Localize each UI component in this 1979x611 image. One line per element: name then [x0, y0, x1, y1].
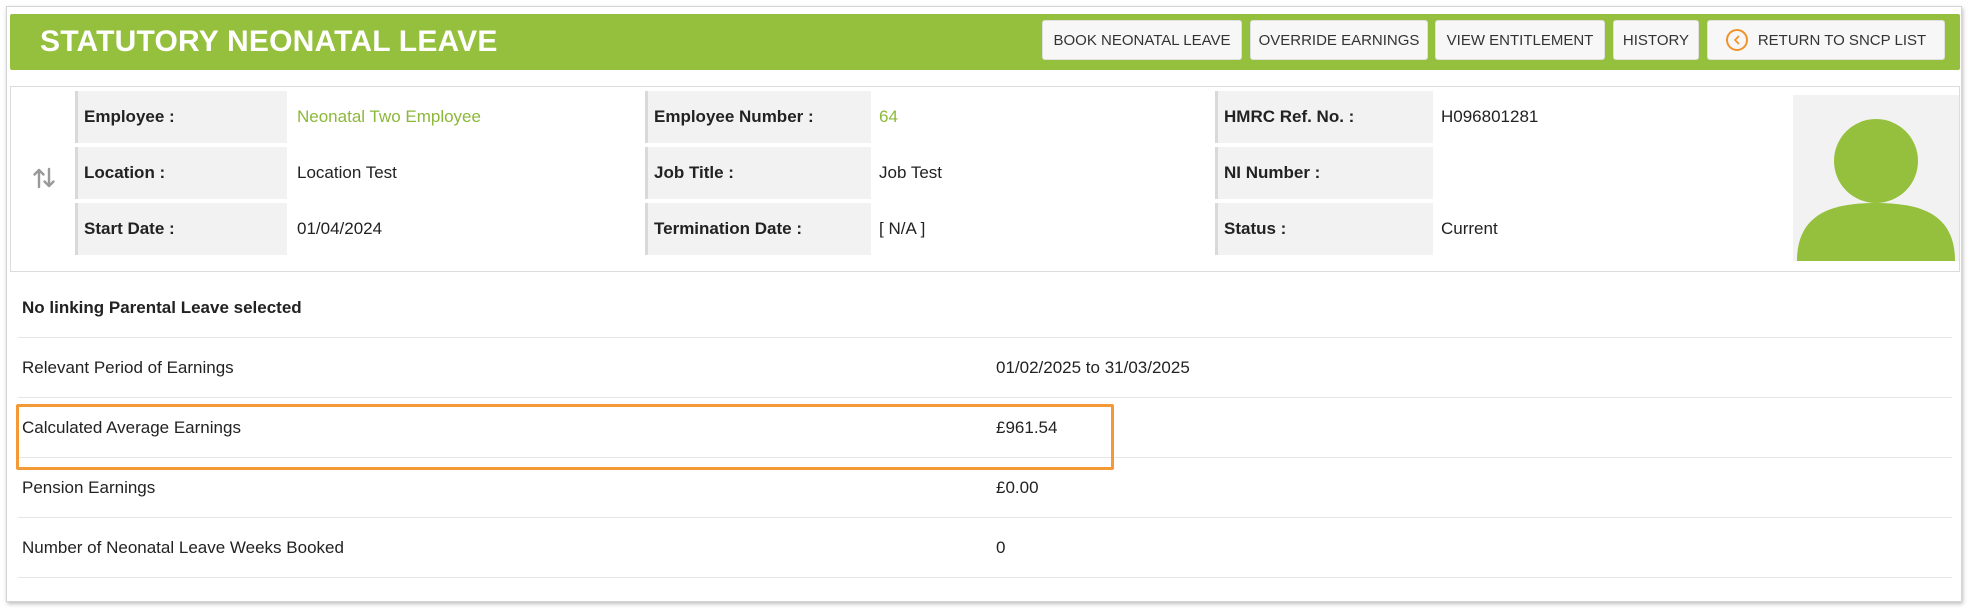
table-row: Pension Earnings £0.00	[18, 458, 1952, 518]
return-to-sncp-list-label: RETURN TO SNCP LIST	[1757, 31, 1927, 49]
employee-info-panel: Employee : Neonatal Two Employee Employe…	[10, 86, 1960, 272]
return-to-sncp-list-button[interactable]: RETURN TO SNCP LIST	[1707, 20, 1945, 60]
view-entitlement-label: VIEW ENTITLEMENT	[1446, 31, 1594, 49]
page-title: STATUTORY NEONATAL LEAVE	[40, 25, 498, 58]
status-label: Status :	[1215, 203, 1433, 255]
override-earnings-label: OVERRIDE EARNINGS	[1258, 31, 1420, 49]
earnings-details: No linking Parental Leave selected Relev…	[10, 272, 1960, 602]
employee-number-label: Employee Number :	[645, 91, 871, 143]
employee-number-link[interactable]: 64	[873, 91, 1213, 143]
user-avatar-icon	[1793, 95, 1959, 261]
relevant-period-value: 01/02/2025 to 31/03/2025	[996, 358, 1190, 377]
table-row: Relevant Period of Earnings 01/02/2025 t…	[18, 338, 1952, 398]
employee-label: Employee :	[75, 91, 287, 143]
pension-earnings-value: £0.00	[996, 478, 1039, 497]
job-title-value: Job Test	[879, 163, 943, 182]
termination-date-value: [ N/A ]	[879, 219, 926, 238]
no-linking-leave-heading: No linking Parental Leave selected	[22, 298, 302, 317]
table-row: Number of Neonatal Leave Weeks Booked 0	[18, 518, 1952, 578]
history-label: HISTORY	[1622, 31, 1690, 49]
termination-date-label: Termination Date :	[645, 203, 871, 255]
hmrc-ref-label: HMRC Ref. No. :	[1215, 91, 1433, 143]
start-date-label: Start Date :	[75, 203, 287, 255]
override-earnings-button[interactable]: OVERRIDE EARNINGS	[1250, 20, 1428, 60]
location-label: Location :	[75, 147, 287, 199]
start-date-value: 01/04/2024	[297, 219, 383, 238]
weeks-booked-value: 0	[996, 538, 1006, 557]
details-heading-row: No linking Parental Leave selected	[18, 278, 1952, 338]
swap-vertical-icon[interactable]	[31, 165, 57, 191]
location-value: Location Test	[297, 163, 397, 182]
page-header: STATUTORY NEONATAL LEAVE BOOK NEONATAL L…	[10, 14, 1960, 70]
employee-name-link[interactable]: Neonatal Two Employee	[291, 91, 641, 143]
pension-earnings-label: Pension Earnings	[22, 478, 156, 497]
book-neonatal-leave-button[interactable]: BOOK NEONATAL LEAVE	[1042, 20, 1242, 60]
average-earnings-value: £961.54	[996, 418, 1058, 437]
table-row: Calculated Average Earnings £961.54	[18, 398, 1952, 458]
ni-number-value	[1435, 147, 1785, 199]
relevant-period-label: Relevant Period of Earnings	[22, 358, 234, 377]
hmrc-ref-value: H096801281	[1441, 107, 1539, 126]
ni-number-label: NI Number :	[1215, 147, 1433, 199]
book-neonatal-leave-label: BOOK NEONATAL LEAVE	[1053, 31, 1231, 49]
chevron-left-circle-icon	[1725, 29, 1748, 51]
status-value: Current	[1441, 219, 1498, 238]
average-earnings-label: Calculated Average Earnings	[22, 418, 241, 437]
view-entitlement-button[interactable]: VIEW ENTITLEMENT	[1435, 20, 1605, 60]
job-title-label: Job Title :	[645, 147, 871, 199]
weeks-booked-label: Number of Neonatal Leave Weeks Booked	[22, 538, 344, 557]
history-button[interactable]: HISTORY	[1613, 20, 1699, 60]
